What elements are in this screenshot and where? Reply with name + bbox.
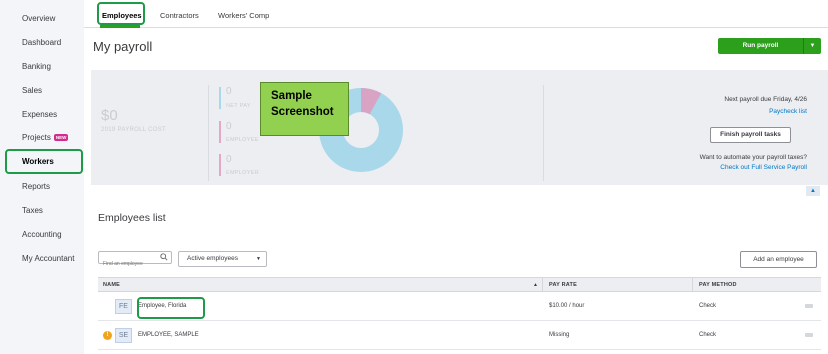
sidebar-item-reports[interactable]: Reports [22, 182, 50, 191]
divider [208, 85, 209, 181]
avatar: FE [115, 299, 132, 314]
tab-bar: Employees Contractors Workers' Comp [84, 0, 828, 28]
net-pay-legend-bar [219, 87, 221, 109]
divider [543, 85, 544, 181]
filter-selected-value: Active employees [187, 255, 238, 262]
sidebar-item-sales[interactable]: Sales [22, 86, 42, 95]
workers-highlight-box [5, 149, 83, 174]
row-menu-icon[interactable] [805, 304, 813, 308]
next-payroll-due-text: Next payroll due Friday, 4/26 [724, 96, 807, 103]
warning-icon: ! [103, 331, 112, 340]
employer-label: EMPLOYER [226, 170, 259, 176]
employee-label: EMPLOYEE [226, 137, 259, 143]
active-tab-indicator [100, 25, 140, 28]
full-service-payroll-link[interactable]: Check out Full Service Payroll [720, 164, 807, 171]
employees-list-title: Employees list [98, 212, 166, 224]
run-payroll-dropdown-button[interactable]: ▼ [803, 38, 821, 54]
column-divider [542, 278, 543, 292]
pay-method-cell: Check [699, 303, 717, 309]
sidebar-item-projects-label: Projects [22, 133, 51, 142]
tab-workers-comp[interactable]: Workers' Comp [218, 11, 269, 20]
finish-payroll-tasks-button[interactable]: Finish payroll tasks [710, 127, 791, 143]
column-divider [692, 278, 693, 292]
employees-tab-highlight-box [97, 2, 145, 25]
sidebar-item-overview[interactable]: Overview [22, 14, 55, 23]
sidebar-item-accounting[interactable]: Accounting [22, 230, 62, 239]
pay-method-cell: Check [699, 332, 717, 338]
employer-legend-bar [219, 154, 221, 176]
left-nav-sidebar: Overview Dashboard Banking Sales Expense… [0, 0, 84, 354]
page-title: My payroll [93, 39, 153, 54]
run-payroll-button[interactable]: Run payroll [718, 38, 803, 54]
sample-screenshot-overlay: Sample Screenshot [260, 82, 349, 136]
paycheck-list-link[interactable]: Paycheck list [769, 108, 807, 115]
employee-name-link[interactable]: EMPLOYEE, SAMPLE [138, 332, 199, 338]
tab-contractors[interactable]: Contractors [160, 11, 199, 20]
avatar: SE [115, 328, 132, 343]
employee-legend-bar [219, 121, 221, 143]
pay-rate-cell: Missing [549, 332, 570, 338]
row-menu-icon[interactable] [805, 333, 813, 337]
column-header-pay-method[interactable]: PAY METHOD [699, 282, 737, 288]
employee-name-highlight-box [137, 297, 205, 319]
search-icon[interactable] [160, 253, 168, 261]
chevron-down-icon: ▼ [256, 256, 261, 262]
sidebar-item-banking[interactable]: Banking [22, 62, 51, 71]
employee-search-input[interactable] [99, 258, 157, 270]
employer-value: 0 [226, 154, 232, 165]
sidebar-item-dashboard[interactable]: Dashboard [22, 38, 61, 47]
sidebar-item-projects[interactable]: Projects NEW [22, 133, 69, 142]
payroll-cost-amount: $0 [101, 107, 118, 124]
net-pay-value: 0 [226, 86, 232, 97]
table-row[interactable]: FE Employee, Florida $10.00 / hour Check [98, 293, 821, 321]
collapse-chevron-icon[interactable]: ▲ [806, 186, 820, 196]
sidebar-item-taxes[interactable]: Taxes [22, 206, 43, 215]
employee-value: 0 [226, 121, 232, 132]
column-header-name[interactable]: NAME [103, 282, 120, 288]
sidebar-item-expenses[interactable]: Expenses [22, 110, 57, 119]
table-row[interactable]: ! SE EMPLOYEE, SAMPLE Missing Check [98, 322, 821, 350]
automate-taxes-text: Want to automate your payroll taxes? [699, 154, 807, 161]
employee-search-box[interactable] [98, 251, 172, 270]
new-badge: NEW [53, 134, 69, 141]
net-pay-label: NET PAY [226, 103, 251, 109]
payroll-cost-label: 2019 PAYROLL COST [101, 127, 167, 133]
column-header-pay-rate[interactable]: PAY RATE [549, 282, 577, 288]
employees-table-header: NAME ▲ PAY RATE PAY METHOD [98, 277, 821, 292]
sort-ascending-icon[interactable]: ▲ [533, 282, 538, 288]
add-employee-button[interactable]: Add an employee [740, 251, 817, 268]
sidebar-item-my-accountant[interactable]: My Accountant [22, 254, 74, 263]
employee-status-filter[interactable]: Active employees ▼ [178, 251, 267, 267]
pay-rate-cell: $10.00 / hour [549, 303, 585, 309]
payroll-summary-panel: $0 2019 PAYROLL COST 0 NET PAY 0 EMPLOYE… [91, 70, 828, 185]
